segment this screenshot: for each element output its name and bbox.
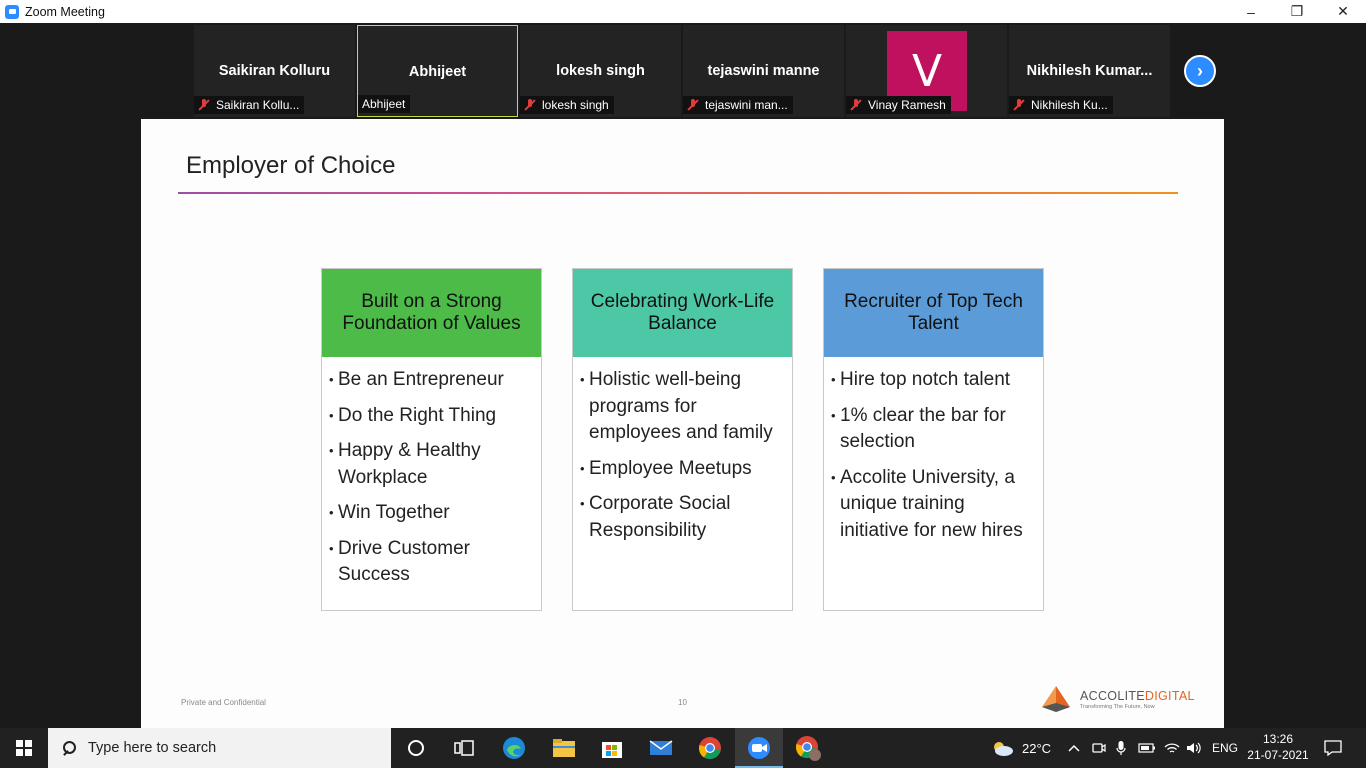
list-item: Win Together <box>329 500 533 527</box>
microsoft-store-icon[interactable] <box>588 728 636 768</box>
mic-muted-icon <box>850 99 862 111</box>
temperature-text: 22°C <box>1022 740 1052 756</box>
file-explorer-icon[interactable] <box>540 728 588 768</box>
participant-name: tejaswini manne <box>707 63 820 79</box>
participant-label-text: Saikiran Kollu... <box>216 98 300 112</box>
list-item: Happy & Healthy Workplace <box>329 438 533 491</box>
participant-tile[interactable]: Saikiran Kolluru Saikiran Kollu... <box>194 25 355 117</box>
participant-label: tejaswini man... <box>683 96 793 114</box>
mic-muted-icon <box>198 99 210 111</box>
value-card: Celebrating Work-Life Balance Holistic w… <box>572 268 793 611</box>
minimize-button[interactable]: – <box>1228 0 1274 23</box>
mic-muted-icon <box>524 99 536 111</box>
slide-page-number: 10 <box>678 698 687 707</box>
close-button[interactable]: ✕ <box>1320 0 1366 23</box>
participant-label-text: Vinay Ramesh <box>868 98 946 112</box>
cortana-icon[interactable] <box>392 728 440 768</box>
show-hidden-icons-chevron[interactable] <box>1068 728 1080 768</box>
notification-center-icon[interactable] <box>1324 728 1342 768</box>
card-header: Recruiter of Top Tech Talent <box>824 269 1043 357</box>
participant-name: Saikiran Kolluru <box>218 63 331 79</box>
clock-date: 21-07-2021 <box>1247 748 1309 762</box>
list-item: Employee Meetups <box>580 456 784 483</box>
participant-tile[interactable]: lokesh singh lokesh singh <box>520 25 681 117</box>
volume-icon[interactable] <box>1186 728 1202 768</box>
list-item: Accolite University, a unique training i… <box>831 465 1035 545</box>
start-button[interactable] <box>0 728 48 768</box>
clock-time: 13:26 <box>1262 732 1294 746</box>
zoom-app-icon <box>5 4 19 19</box>
system-clock[interactable]: 13:26 21-07-2021 <box>1242 731 1314 763</box>
participant-name: Abhijeet <box>408 64 467 80</box>
participant-label-text: Abhijeet <box>362 97 406 111</box>
list-item: Drive Customer Success <box>329 536 533 589</box>
logo-wordmark: ACCOLITEDIGITAL <box>1080 688 1195 703</box>
next-participants-button[interactable]: › <box>1184 55 1216 87</box>
list-item: 1% clear the bar for selection <box>831 403 1035 456</box>
accolite-logo-icon <box>1040 685 1072 713</box>
mail-icon[interactable] <box>637 728 685 768</box>
battery-icon[interactable] <box>1138 728 1156 768</box>
taskbar-search-box[interactable] <box>48 728 391 768</box>
cloud-sun-icon <box>994 742 1013 756</box>
participant-tile-active-speaker[interactable]: Abhijeet Abhijeet <box>357 25 518 117</box>
wifi-icon[interactable] <box>1164 728 1180 768</box>
list-item: Hire top notch talent <box>831 367 1035 394</box>
value-card: Built on a Strong Foundation of Values B… <box>321 268 542 611</box>
slide-title: Employer of Choice <box>186 152 396 179</box>
microphone-icon[interactable] <box>1116 728 1126 768</box>
participant-label-text: lokesh singh <box>542 98 609 112</box>
card-header: Built on a Strong Foundation of Values <box>322 269 541 357</box>
confidential-footer: Private and Confidential <box>181 698 266 707</box>
list-item: Corporate Social Responsibility <box>580 491 784 544</box>
window-titlebar: Zoom Meeting – ❐ ✕ <box>0 0 1366 23</box>
list-item: Be an Entrepreneur <box>329 367 533 394</box>
search-icon <box>62 741 76 755</box>
participant-label: Saikiran Kollu... <box>194 96 305 114</box>
participant-tile[interactable]: tejaswini manne tejaswini man... <box>683 25 844 117</box>
logo-tagline: Transforming The Future, Now <box>1080 703 1155 710</box>
participant-name: Nikhilesh Kumar... <box>1026 63 1153 79</box>
weather-widget[interactable]: 22°C <box>990 728 1051 768</box>
card-list: Be an Entrepreneur Do the Right Thing Ha… <box>322 357 541 589</box>
mic-muted-icon <box>1013 99 1025 111</box>
chrome-icon[interactable] <box>686 728 734 768</box>
participant-tile[interactable]: Nikhilesh Kumar... Nikhilesh Ku... <box>1009 25 1170 117</box>
mic-muted-icon <box>687 99 699 111</box>
slide-title-underline <box>178 192 1178 194</box>
participant-name: lokesh singh <box>556 63 645 79</box>
input-language[interactable]: ENG <box>1212 728 1238 768</box>
participant-label-text: Nikhilesh Ku... <box>1031 98 1108 112</box>
window-title: Zoom Meeting <box>25 4 105 19</box>
shared-screen-slide: Employer of Choice Built on a Strong Fou… <box>141 119 1224 728</box>
participant-label: Abhijeet <box>358 95 411 113</box>
card-list: Hire top notch talent 1% clear the bar f… <box>824 357 1043 544</box>
participant-tile[interactable]: V Vinay Ramesh <box>846 25 1007 117</box>
card-header: Celebrating Work-Life Balance <box>573 269 792 357</box>
meet-now-icon[interactable] <box>1092 728 1106 768</box>
search-input[interactable] <box>88 740 368 756</box>
participant-label: lokesh singh <box>520 96 614 114</box>
zoom-taskbar-icon[interactable] <box>735 728 783 768</box>
value-card: Recruiter of Top Tech Talent Hire top no… <box>823 268 1044 611</box>
participant-label-text: tejaswini man... <box>705 98 788 112</box>
windows-logo-icon <box>16 740 32 756</box>
edge-browser-icon[interactable] <box>490 728 538 768</box>
restore-button[interactable]: ❐ <box>1274 0 1320 23</box>
company-logo: ACCOLITEDIGITAL Transforming The Future,… <box>1040 685 1195 713</box>
participant-strip: Saikiran Kolluru Saikiran Kollu... Abhij… <box>0 23 1366 119</box>
task-view-icon[interactable] <box>440 728 488 768</box>
list-item: Do the Right Thing <box>329 403 533 430</box>
participant-label: Nikhilesh Ku... <box>1009 96 1113 114</box>
chrome-profile-icon[interactable] <box>784 728 832 768</box>
windows-taskbar: 22°C ENG 13:26 21-07-2021 <box>0 728 1366 768</box>
card-list: Holistic well-being programs for employe… <box>573 357 792 544</box>
participant-label: Vinay Ramesh <box>846 96 951 114</box>
list-item: Holistic well-being programs for employe… <box>580 367 784 447</box>
